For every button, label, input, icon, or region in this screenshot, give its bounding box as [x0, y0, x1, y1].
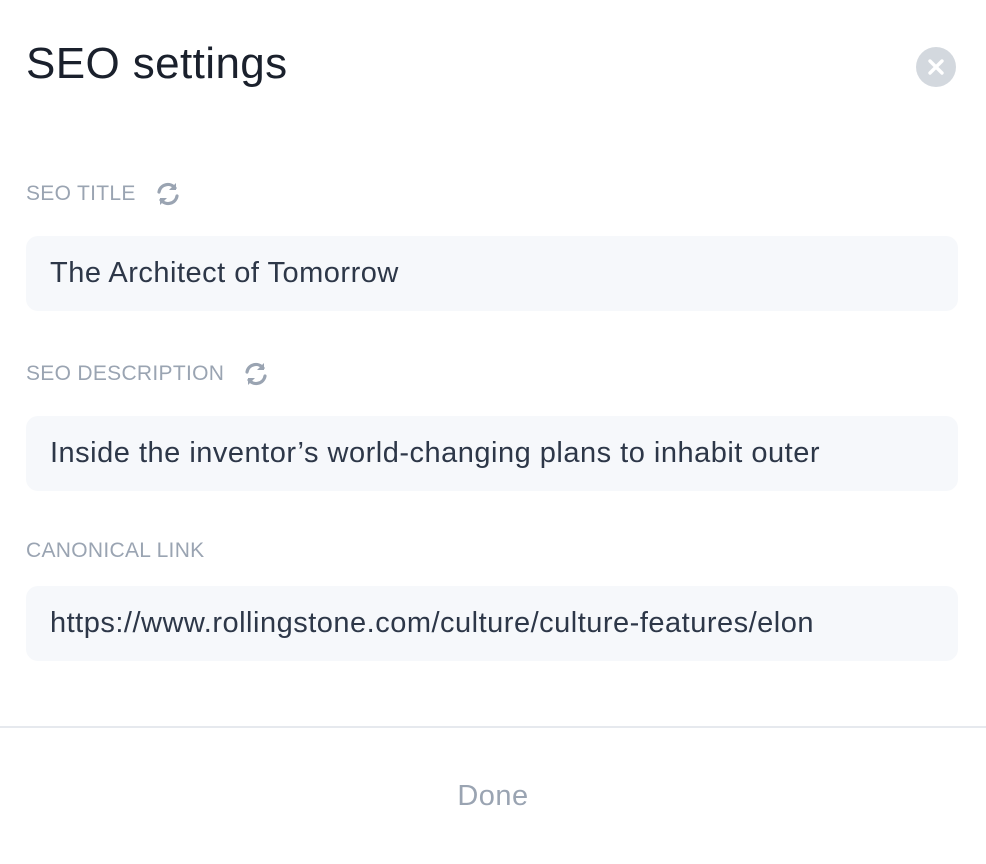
dialog-header: SEO settings: [26, 38, 960, 94]
seo-description-refresh-button[interactable]: [242, 360, 270, 388]
seo-title-field[interactable]: [26, 236, 958, 311]
seo-description-label: SEO DESCRIPTION: [26, 362, 225, 385]
dialog-title: SEO settings: [26, 39, 288, 88]
seo-description-label-row: SEO DESCRIPTION: [26, 359, 270, 389]
close-icon: [928, 59, 944, 75]
canonical-link-input[interactable]: [50, 607, 934, 640]
seo-title-label: SEO TITLE: [26, 182, 136, 205]
canonical-link-label-row: CANONICAL LINK: [26, 536, 204, 566]
done-button[interactable]: Done: [0, 728, 986, 864]
seo-title-label-row: SEO TITLE: [26, 179, 182, 209]
seo-description-input[interactable]: [50, 437, 934, 470]
seo-title-refresh-button[interactable]: [154, 180, 182, 208]
seo-settings-dialog: SEO settings SEO TITLE SEO DESCRIPTION: [0, 0, 986, 864]
canonical-link-label: CANONICAL LINK: [26, 539, 205, 562]
close-button[interactable]: [916, 47, 956, 87]
refresh-icon: [245, 362, 267, 386]
seo-description-field[interactable]: [26, 416, 958, 491]
refresh-icon: [157, 182, 179, 206]
canonical-link-field[interactable]: [26, 586, 958, 661]
seo-title-input[interactable]: [50, 257, 934, 290]
